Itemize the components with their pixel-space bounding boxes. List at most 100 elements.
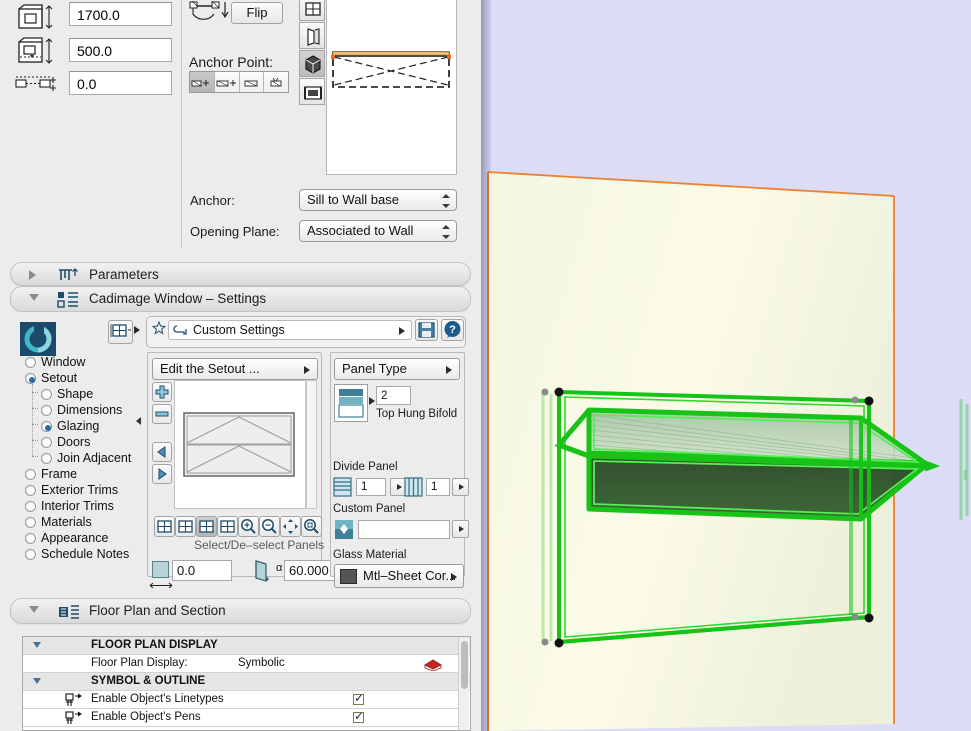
top-parameter-area: Flip Anchor Point:	[0, 0, 481, 256]
edit-setout-label: Edit the Setout ...	[160, 361, 260, 376]
divide-cols-input[interactable]	[426, 478, 450, 496]
deselect-panels-icon[interactable]	[217, 516, 238, 537]
opening-plane-select-value: Associated to Wall	[307, 223, 414, 238]
svg-text:?: ?	[449, 324, 456, 336]
view-mode-section-icon[interactable]	[299, 78, 325, 105]
zoom-out-icon[interactable]	[259, 516, 280, 537]
floor-plan-parameter-table[interactable]: FLOOR PLAN DISPLAY Floor Plan Display: S…	[22, 636, 471, 731]
next-panel-button[interactable]	[152, 464, 172, 484]
section-floor-plan-and-section[interactable]: Floor Plan and Section	[10, 598, 471, 624]
table-row[interactable]: Floor Plan Display: Symbolic	[23, 655, 470, 673]
anchor-select[interactable]: Sill to Wall base	[299, 189, 457, 211]
radio-icon	[25, 549, 36, 560]
divide-horizontal-icon[interactable]	[333, 477, 352, 497]
setout-canvas-scrollbar[interactable]	[306, 380, 317, 509]
chevron-right-icon	[451, 573, 457, 581]
table-row-value: Symbolic	[238, 657, 285, 669]
pan-icon[interactable]	[280, 516, 301, 537]
select-all-panels-icon[interactable]	[154, 516, 175, 537]
sill-height-input[interactable]	[69, 38, 172, 62]
edit-setout-popup[interactable]: Edit the Setout ...	[152, 358, 318, 380]
nav-item-label: Window	[41, 355, 86, 369]
chevron-down-icon	[29, 606, 39, 613]
stepper-arrows-icon	[442, 193, 451, 209]
view-mode-3d-icon[interactable]	[299, 50, 325, 77]
anchor-cell-3[interactable]	[239, 72, 265, 92]
nav-item-label: Appearance	[41, 531, 109, 545]
tree-tick	[32, 456, 38, 457]
nav-item-label: Join Adjacent	[57, 451, 132, 465]
panel-type-count-input[interactable]	[376, 386, 411, 405]
glass-material-select[interactable]: Mtl–Sheet Cor...	[334, 564, 464, 588]
section-cadimage-window-settings[interactable]: Cadimage Window – Settings	[10, 286, 471, 312]
wall-offset-icon	[14, 74, 58, 94]
fit-in-window-icon[interactable]	[301, 516, 322, 537]
panel-collapse-arrow-icon[interactable]	[136, 417, 141, 425]
window-height-input[interactable]	[69, 2, 172, 26]
table-row-label: FLOOR PLAN DISPLAY	[91, 639, 218, 651]
nav-item-label: Frame	[41, 467, 78, 481]
table-scrollbar[interactable]	[458, 638, 469, 730]
layout-popup-arrow-icon[interactable]	[134, 326, 140, 334]
table-row-group[interactable]: SYMBOL & OUTLINE	[23, 673, 470, 691]
view-mode-floorplan-icon[interactable]	[299, 0, 325, 21]
setout-preview-canvas[interactable]	[174, 380, 306, 509]
flip-button[interactable]: Flip	[231, 2, 283, 24]
anchor-cell-4[interactable]	[264, 72, 288, 92]
section-parameters-title: Parameters	[89, 267, 159, 282]
select-row-panels-icon[interactable]	[175, 516, 196, 537]
opening-plane-label: Opening Plane:	[190, 224, 280, 239]
panel-offset-input[interactable]	[172, 560, 232, 581]
table-row-checkbox[interactable]	[353, 709, 364, 723]
anchor-cell-2[interactable]	[214, 72, 240, 92]
custom-panel-input[interactable]	[358, 520, 450, 539]
3d-viewport[interactable]	[481, 0, 971, 731]
table-scrollbar-thumb[interactable]	[461, 641, 468, 689]
wall-offset-input[interactable]	[69, 71, 172, 95]
anchor-point-selector[interactable]	[189, 71, 289, 93]
window-settings-dialog: Flip Anchor Point:	[0, 0, 481, 731]
table-row-group[interactable]: FLOOR PLAN DISPLAY	[23, 637, 470, 655]
glass-material-value: Mtl–Sheet Cor...	[363, 568, 457, 583]
mirror-flip-icon	[188, 0, 232, 30]
nav-item-label: Doors	[57, 435, 91, 449]
view-mode-strip[interactable]	[299, 0, 327, 106]
nav-item-label: Schedule Notes	[41, 547, 130, 561]
panel-offset-arrows-icon	[149, 578, 173, 589]
divide-rows-input[interactable]	[356, 478, 386, 496]
view-mode-elevation-icon[interactable]	[299, 22, 325, 49]
divide-vertical-icon[interactable]	[404, 477, 423, 497]
panel-type-popup[interactable]: Panel Type	[334, 358, 460, 380]
chevron-down-icon[interactable]	[33, 678, 41, 684]
custom-panel-popup-button[interactable]	[452, 520, 469, 538]
radio-icon	[41, 389, 52, 400]
prev-panel-button[interactable]	[152, 442, 172, 462]
save-disk-icon[interactable]	[415, 319, 438, 341]
anchor-cell-1[interactable]	[190, 72, 215, 92]
setout-tool-caption: Select/De–select Panels	[194, 538, 325, 552]
chevron-down-icon[interactable]	[33, 642, 41, 648]
table-row-label: Enable Object's Linetypes	[91, 693, 224, 705]
custom-panel-icon[interactable]	[334, 519, 354, 540]
divider	[181, 0, 182, 248]
divide-cols-popup-button[interactable]	[452, 478, 469, 496]
help-question-icon[interactable]: ?	[441, 319, 464, 341]
top-hung-bifold-icon[interactable]	[334, 384, 368, 422]
preset-select[interactable]: Custom Settings	[168, 320, 412, 340]
chevron-right-icon	[29, 270, 36, 280]
radio-icon-selected	[41, 421, 52, 432]
table-row[interactable]	[23, 727, 470, 730]
layout-grid-icon[interactable]	[108, 320, 133, 344]
table-row-label: Enable Object's Pens	[91, 711, 201, 723]
section-parameters[interactable]: Parameters	[10, 262, 471, 286]
add-panel-button[interactable]	[152, 382, 172, 402]
opening-plane-select[interactable]: Associated to Wall	[299, 220, 457, 242]
table-row[interactable]: Enable Object's Linetypes	[23, 691, 470, 709]
remove-panel-button[interactable]	[152, 404, 172, 424]
star-icon[interactable]	[151, 320, 167, 335]
table-row[interactable]: Enable Object's Pens	[23, 709, 470, 727]
table-row-checkbox[interactable]	[353, 691, 364, 705]
select-panel-icon[interactable]	[196, 516, 217, 537]
zoom-in-icon[interactable]	[238, 516, 259, 537]
panel-type-expand-arrow-icon[interactable]	[369, 397, 375, 405]
